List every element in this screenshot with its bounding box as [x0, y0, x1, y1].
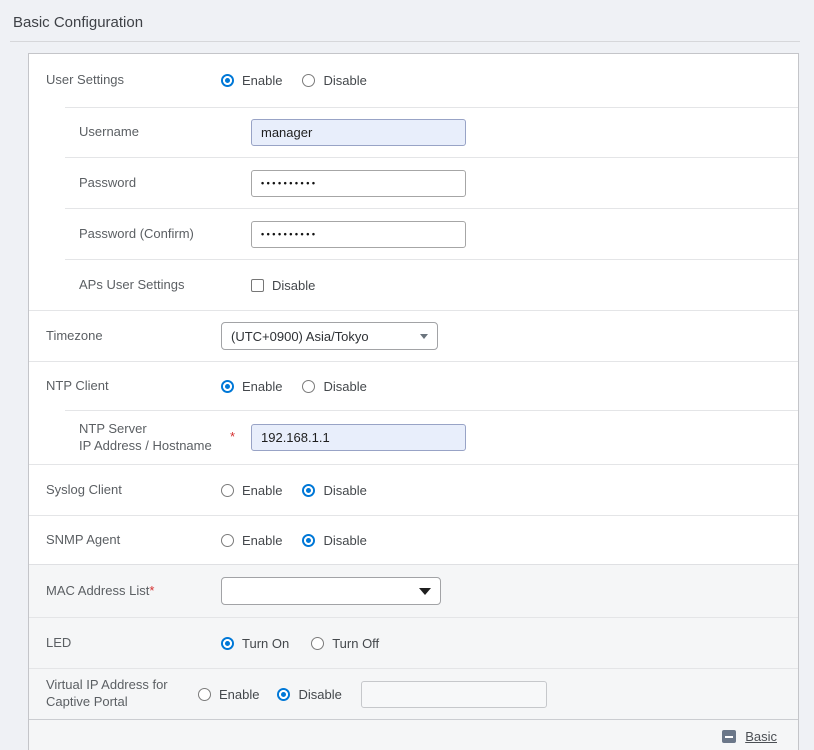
timezone-select[interactable]: (UTC+0900) Asia/Tokyo [221, 322, 438, 350]
row-ntp-client: NTP Client Enable Disable [29, 362, 798, 410]
ntp-client-disable-label: Disable [323, 379, 366, 394]
row-password: Password •••••••••• [29, 158, 798, 208]
title-divider [10, 41, 800, 42]
ntp-client-label: NTP Client [29, 378, 221, 395]
snmp-enable-label: Enable [242, 533, 282, 548]
row-username: Username manager [29, 108, 798, 157]
row-aps-user-settings: APs User Settings Disable [29, 260, 798, 310]
row-syslog-client: Syslog Client Enable Disable [29, 465, 798, 515]
user-settings-label: User Settings [29, 72, 221, 89]
mac-address-list-label: MAC Address List* [29, 583, 221, 600]
aps-disable-checkbox[interactable] [251, 279, 264, 292]
username-label: Username [29, 124, 251, 141]
led-turn-off-label: Turn Off [332, 636, 379, 651]
chevron-down-icon [420, 334, 428, 339]
collapse-minus-icon[interactable] [722, 730, 736, 743]
timezone-label: Timezone [29, 328, 221, 345]
page-title: Basic Configuration [0, 0, 814, 31]
ntp-server-input[interactable]: 192.168.1.1 [251, 424, 466, 451]
virtual-ip-disable-radio[interactable] [277, 688, 290, 701]
row-led: LED Turn On Turn Off [29, 618, 798, 668]
required-asterisk: * [230, 429, 235, 446]
virtual-ip-input[interactable] [361, 681, 547, 708]
virtual-ip-label: Virtual IP Address for Captive Portal [29, 677, 198, 711]
aps-disable-checkbox-label: Disable [272, 278, 315, 293]
password-confirm-label: Password (Confirm) [29, 226, 251, 243]
row-timezone: Timezone (UTC+0900) Asia/Tokyo [29, 311, 798, 361]
led-turn-on-label: Turn On [242, 636, 289, 651]
ntp-client-disable-radio[interactable] [302, 380, 315, 393]
virtual-ip-disable-label: Disable [298, 687, 341, 702]
panel-footer: Basic [29, 720, 798, 750]
row-ntp-server: NTP Server IP Address / Hostname * 192.1… [29, 411, 798, 464]
mac-address-list-select[interactable] [221, 577, 441, 605]
aps-user-settings-label: APs User Settings [29, 277, 251, 294]
user-settings-disable-label: Disable [323, 73, 366, 88]
snmp-enable-radio[interactable] [221, 534, 234, 547]
virtual-ip-enable-label: Enable [219, 687, 259, 702]
led-label: LED [29, 635, 221, 652]
password-confirm-input[interactable]: •••••••••• [251, 221, 466, 248]
row-virtual-ip: Virtual IP Address for Captive Portal En… [29, 669, 798, 719]
chevron-down-icon [419, 588, 431, 595]
password-label: Password [29, 175, 251, 192]
ntp-client-enable-label: Enable [242, 379, 282, 394]
syslog-client-label: Syslog Client [29, 482, 221, 499]
required-asterisk: * [149, 583, 154, 598]
row-user-settings: User Settings Enable Disable [29, 54, 798, 107]
password-input[interactable]: •••••••••• [251, 170, 466, 197]
syslog-disable-radio[interactable] [302, 484, 315, 497]
syslog-disable-label: Disable [323, 483, 366, 498]
row-mac-address-list: MAC Address List* [29, 565, 798, 617]
led-turn-off-radio[interactable] [311, 637, 324, 650]
snmp-disable-label: Disable [323, 533, 366, 548]
user-settings-enable-label: Enable [242, 73, 282, 88]
row-password-confirm: Password (Confirm) •••••••••• [29, 209, 798, 259]
timezone-selected-value: (UTC+0900) Asia/Tokyo [231, 329, 369, 344]
virtual-ip-enable-radio[interactable] [198, 688, 211, 701]
user-settings-disable-radio[interactable] [302, 74, 315, 87]
syslog-enable-radio[interactable] [221, 484, 234, 497]
syslog-enable-label: Enable [242, 483, 282, 498]
user-settings-enable-radio[interactable] [221, 74, 234, 87]
snmp-disable-radio[interactable] [302, 534, 315, 547]
basic-collapse-link[interactable]: Basic [745, 729, 777, 744]
led-turn-on-radio[interactable] [221, 637, 234, 650]
basic-configuration-panel: User Settings Enable Disable Username ma… [28, 53, 799, 750]
ntp-server-label: NTP Server IP Address / Hostname * [29, 421, 251, 455]
username-input[interactable]: manager [251, 119, 466, 146]
snmp-agent-label: SNMP Agent [29, 532, 221, 549]
row-snmp-agent: SNMP Agent Enable Disable [29, 516, 798, 564]
ntp-client-enable-radio[interactable] [221, 380, 234, 393]
